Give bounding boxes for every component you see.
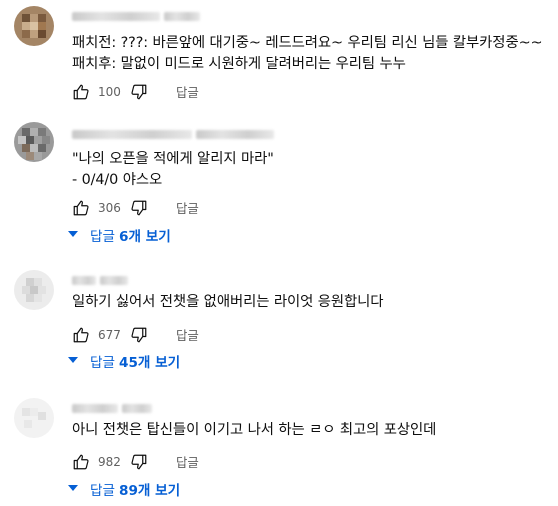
replies-count: 45개 보기 xyxy=(119,355,181,371)
comment-thread: "나의 오픈을 적에게 알리지 마라" - 0/4/0 야스오 306 답글 답… xyxy=(0,118,558,258)
comment-text: 패치전: ???: 바른앞에 대기중~ 레드드려요~ 우리팀 리신 님들 칼부카… xyxy=(72,33,552,75)
replies-prefix: 답글 xyxy=(90,229,116,245)
caret-down-icon xyxy=(68,227,78,243)
comment-line: - 0/4/0 야스오 xyxy=(72,172,163,188)
like-icon[interactable] xyxy=(72,326,90,344)
caret-down-icon xyxy=(68,353,78,369)
avatar[interactable] xyxy=(14,6,54,46)
comment-thread: 일하기 싫어서 전챗을 없애버리는 라이엇 응원합니다 677 답글 답글 45… xyxy=(0,266,558,376)
comment-line: 패치전: ???: 바른앞에 대기중~ 레드드려요~ 우리팀 리신 님들 칼부카… xyxy=(72,35,543,51)
comment-actions: 306 답글 xyxy=(72,198,199,218)
caret-down-icon xyxy=(68,481,78,497)
comment-actions: 982 답글 xyxy=(72,452,199,472)
like-count: 306 xyxy=(98,201,121,215)
reply-button[interactable]: 답글 xyxy=(176,326,199,344)
reply-button[interactable]: 답글 xyxy=(176,83,199,101)
comment-author-meta[interactable] xyxy=(72,271,128,289)
like-count: 100 xyxy=(98,85,121,99)
comment-thread: 패치전: ???: 바른앞에 대기중~ 레드드려요~ 우리팀 리신 님들 칼부카… xyxy=(0,0,558,110)
comment-actions: 100 답글 xyxy=(72,82,199,102)
like-icon[interactable] xyxy=(72,199,90,217)
comment-line: 아니 전챗은 탑신들이 이기고 나서 하는 ㄹㅇ 최고의 포상인데 xyxy=(72,422,437,438)
comment-text: 아니 전챗은 탑신들이 이기고 나서 하는 ㄹㅇ 최고의 포상인데 xyxy=(72,420,552,441)
like-count: 982 xyxy=(98,455,121,469)
dislike-icon[interactable] xyxy=(130,453,148,471)
comment-line: "나의 오픈을 적에게 알리지 마라" xyxy=(72,151,274,167)
reply-button[interactable]: 답글 xyxy=(176,199,199,217)
replies-count: 89개 보기 xyxy=(119,483,181,499)
view-replies-button[interactable]: 답글 89개 보기 xyxy=(68,478,180,500)
replies-prefix: 답글 xyxy=(90,355,116,371)
like-icon[interactable] xyxy=(72,453,90,471)
avatar[interactable] xyxy=(14,122,54,162)
comment-text: "나의 오픈을 적에게 알리지 마라" - 0/4/0 야스오 xyxy=(72,149,552,191)
comment-thread: 아니 전챗은 탑신들이 이기고 나서 하는 ㄹㅇ 최고의 포상인데 982 답글… xyxy=(0,396,558,506)
comment-author-meta[interactable] xyxy=(72,7,200,25)
replies-count: 6개 보기 xyxy=(119,229,171,245)
dislike-icon[interactable] xyxy=(130,326,148,344)
like-count: 677 xyxy=(98,328,121,342)
avatar[interactable] xyxy=(14,398,54,438)
comment-line: 패치후: 말없이 미드로 시원하게 달려버리는 우리팀 누누 xyxy=(72,56,406,72)
comment-line: 일하기 싫어서 전챗을 없애버리는 라이엇 응원합니다 xyxy=(72,294,384,310)
comment-author-meta[interactable] xyxy=(72,125,274,143)
comment-actions: 677 답글 xyxy=(72,325,199,345)
view-replies-button[interactable]: 답글 6개 보기 xyxy=(68,224,171,246)
comment-text: 일하기 싫어서 전챗을 없애버리는 라이엇 응원합니다 xyxy=(72,292,552,313)
comment-author-meta[interactable] xyxy=(72,399,152,417)
dislike-icon[interactable] xyxy=(130,199,148,217)
avatar[interactable] xyxy=(14,270,54,310)
view-replies-button[interactable]: 답글 45개 보기 xyxy=(68,350,180,372)
reply-button[interactable]: 답글 xyxy=(176,453,199,471)
replies-prefix: 답글 xyxy=(90,483,116,499)
dislike-icon[interactable] xyxy=(130,83,148,101)
like-icon[interactable] xyxy=(72,83,90,101)
